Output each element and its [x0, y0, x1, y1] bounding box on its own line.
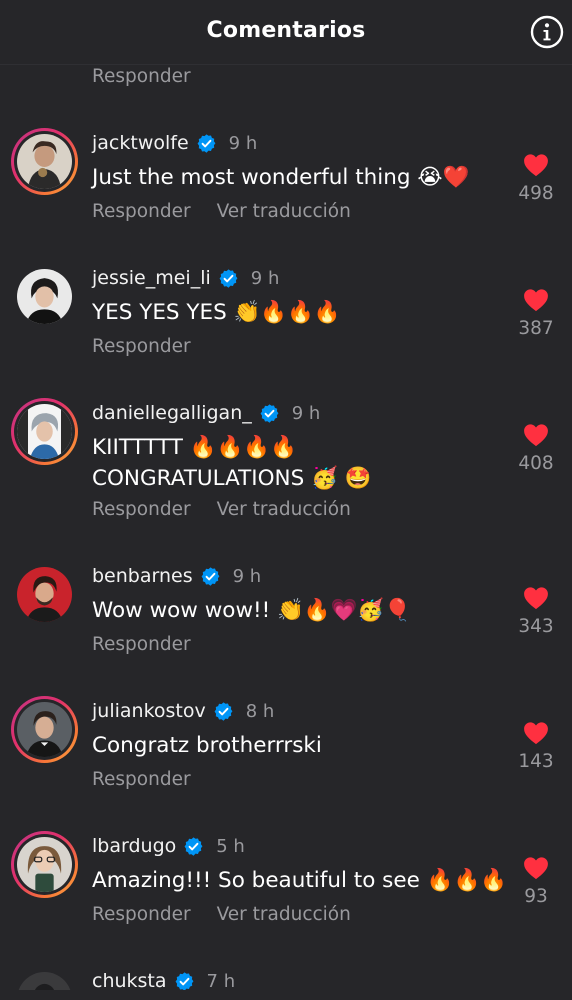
comment-timestamp: 9 h	[228, 132, 258, 154]
comment-text: Amazing!!! So beautiful to see 🔥🔥🔥	[92, 865, 507, 896]
comment-username[interactable]: benbarnes	[92, 565, 193, 587]
like-count: 343	[518, 616, 554, 637]
comment-timestamp: 5 h	[216, 835, 245, 857]
comment-text: Congratz brotherrrski	[92, 730, 502, 761]
page-title: Comentarios	[206, 18, 366, 43]
comment-username[interactable]: jessie_mei_li	[92, 267, 211, 289]
heart-icon[interactable]	[523, 153, 549, 177]
comment-username[interactable]: jacktwolfe	[92, 132, 189, 154]
like-count: 143	[518, 751, 554, 772]
avatar[interactable]	[11, 398, 78, 465]
avatar[interactable]	[11, 831, 78, 898]
reply-button[interactable]: Responder	[92, 499, 191, 523]
heart-icon[interactable]	[523, 856, 549, 880]
comment-username[interactable]: lbardugo	[92, 835, 176, 857]
heart-icon[interactable]	[523, 423, 549, 447]
like-group: 387	[516, 288, 556, 339]
avatar-image	[17, 269, 72, 324]
reply-button[interactable]: Responder	[92, 201, 191, 225]
verified-badge-icon	[197, 133, 216, 153]
comment-text: Just the most wonderful thing 😭❤️	[92, 162, 502, 193]
comment-timestamp: 9 h	[232, 565, 262, 587]
avatar[interactable]	[11, 561, 78, 628]
heart-icon[interactable]	[523, 288, 549, 312]
comment-text: KIITTTTT 🔥🔥🔥🔥 CONGRATULATIONS 🥳 🤩	[92, 432, 502, 494]
avatar-image	[17, 972, 72, 990]
comment-text-line: Just the most wonderful thing 😭❤️	[92, 165, 470, 190]
reply-button[interactable]: Responder	[92, 769, 191, 793]
comments-list[interactable]: Responder jacktwolfe 9 h Just the most w…	[0, 0, 572, 990]
see-translation-button[interactable]: Ver traducción	[217, 201, 351, 225]
comment-timestamp: 8 h	[245, 700, 275, 722]
reply-button[interactable]: Responder	[92, 634, 191, 658]
comment-timestamp: 7 h	[206, 970, 236, 991]
comment-text-line: CONGRATULATIONS 🥳 🤩	[92, 466, 372, 491]
avatar[interactable]	[11, 966, 78, 990]
avatar[interactable]	[11, 128, 78, 195]
like-count: 387	[518, 318, 554, 339]
verified-badge-icon	[201, 566, 220, 586]
comment-text-line: Amazing!!! So beautiful to see 🔥🔥🔥	[92, 868, 507, 893]
verified-badge-icon	[260, 403, 279, 423]
heart-icon[interactable]	[523, 586, 549, 610]
reply-button[interactable]: Responder	[92, 904, 191, 928]
like-group: 93	[516, 856, 556, 907]
reply-button[interactable]: Responder	[92, 336, 191, 360]
comment-timestamp: 9 h	[291, 402, 321, 424]
avatar[interactable]	[11, 696, 78, 763]
comment-text-line: KIITTTTT 🔥🔥🔥🔥	[92, 435, 297, 460]
like-group: 498	[516, 153, 556, 204]
comment-username[interactable]: chuksta	[92, 970, 167, 990]
verified-badge-icon	[214, 701, 233, 721]
avatar-image	[17, 567, 72, 622]
comment-text-line: Congratz brotherrrski	[92, 733, 322, 758]
comment-timestamp: 9 h	[250, 267, 280, 289]
like-count: 93	[524, 886, 548, 907]
comment-username[interactable]: daniellegalligan_	[92, 402, 252, 424]
verified-badge-icon	[175, 971, 193, 990]
like-group: 143	[516, 721, 556, 772]
comment-username[interactable]: juliankostov	[92, 700, 206, 722]
comment-text-line: Wow wow wow!! 👏🔥💗🥳🎈	[92, 598, 411, 623]
comment-text-line: YES YES YES 👏🔥🔥🔥	[92, 300, 341, 325]
avatar-image	[17, 134, 72, 189]
reply-button[interactable]: Responder	[92, 66, 191, 87]
like-count: 498	[518, 183, 554, 204]
comment-text: Wow wow wow!! 👏🔥💗🥳🎈	[92, 595, 502, 626]
avatar-image	[17, 404, 72, 459]
see-translation-button[interactable]: Ver traducción	[217, 904, 351, 928]
verified-badge-icon	[219, 268, 238, 288]
avatar[interactable]	[11, 263, 78, 330]
like-count: 408	[518, 453, 554, 474]
verified-badge-icon	[184, 836, 203, 856]
info-circle-icon[interactable]	[530, 15, 564, 49]
like-group: 343	[516, 586, 556, 637]
avatar-image	[17, 702, 72, 757]
avatar-image	[17, 837, 72, 892]
see-translation-button[interactable]: Ver traducción	[217, 499, 351, 523]
heart-icon[interactable]	[523, 721, 549, 745]
like-group: 408	[516, 423, 556, 474]
comment-text: YES YES YES 👏🔥🔥🔥	[92, 297, 502, 328]
top-bar: Comentarios	[0, 0, 572, 65]
